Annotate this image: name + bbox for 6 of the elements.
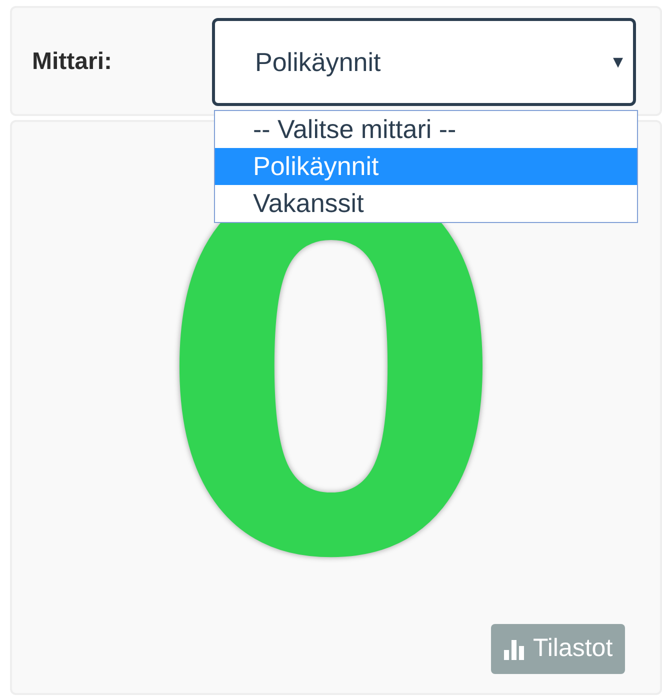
caret-icon: ▾	[613, 47, 623, 77]
field-label: Mittari:	[32, 47, 112, 77]
bar-chart-icon	[503, 638, 525, 660]
select-field[interactable]: Polikäynnit ▾	[212, 18, 636, 106]
dropdown-option[interactable]: Vakanssit	[215, 185, 637, 222]
dropdown-option[interactable]: -- Valitse mittari --	[215, 111, 637, 148]
